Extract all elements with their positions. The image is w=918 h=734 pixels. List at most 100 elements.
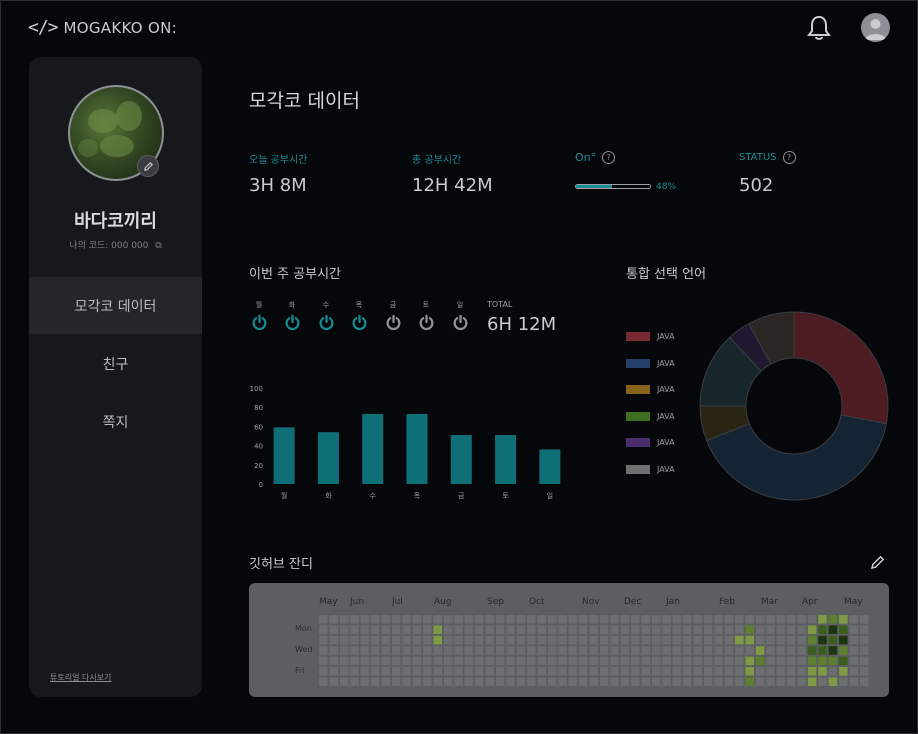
my-code[interactable]: 나의 코드: 000 000 ⧉ — [29, 238, 202, 251]
edit-profile-button[interactable] — [137, 155, 159, 177]
contribution-cell — [423, 615, 432, 624]
my-code-label: 나의 코드: 000 000 — [69, 241, 149, 251]
x-tick-label: 화 — [325, 492, 332, 500]
contribution-cell — [402, 625, 411, 634]
contribution-cell — [631, 677, 640, 686]
contribution-cell — [558, 635, 567, 645]
contribution-cell — [755, 615, 765, 624]
contribution-cell — [610, 625, 619, 634]
contribution-cell — [849, 625, 858, 634]
weekday-toggle[interactable]: 화 — [282, 300, 302, 331]
bell-icon[interactable] — [806, 14, 832, 42]
contribution-cell — [672, 646, 682, 655]
contribution-cell — [651, 615, 661, 624]
contribution-cell — [787, 625, 796, 634]
contribution-cell — [568, 677, 578, 686]
contribution-cell — [402, 635, 411, 645]
contribution-cell — [849, 667, 858, 676]
contribution-cell — [724, 625, 734, 634]
nav-messages[interactable]: 쪽지 — [29, 393, 202, 450]
contribution-cell — [776, 646, 786, 655]
contribution-cell — [599, 656, 609, 666]
weekday-toggle[interactable]: 토 — [416, 300, 436, 331]
x-tick-label: 금 — [458, 492, 465, 500]
y-tick-label: 100 — [250, 385, 263, 393]
weekday-toggle[interactable]: 수 — [316, 300, 336, 331]
contribution-cell — [547, 677, 557, 686]
contribution-cell — [568, 625, 578, 634]
contribution-cell — [485, 667, 494, 676]
github-grass-title: 깃허브 잔디 — [249, 557, 313, 572]
donut-slice — [793, 311, 889, 425]
contribution-cell — [475, 635, 484, 645]
contribution-cell — [641, 656, 650, 666]
tutorial-link[interactable]: 튜토리얼 다시보기 — [50, 672, 111, 683]
contribution-cell — [350, 677, 359, 686]
logo-text: MOGAKKO ON: — [63, 18, 177, 37]
today-study-label: 오늘 공부시간 — [249, 151, 307, 166]
contribution-cell — [464, 646, 474, 655]
contribution-cell — [579, 625, 588, 634]
contribution-cell — [703, 656, 713, 666]
contribution-cell — [402, 677, 411, 686]
contribution-cell — [485, 615, 494, 624]
today-study-value: 3H 8M — [249, 175, 307, 196]
y-tick-label: 20 — [254, 462, 263, 470]
contribution-cell — [558, 667, 567, 676]
contribution-cell — [745, 667, 754, 676]
contribution-cell — [547, 667, 557, 676]
weekday-toggle[interactable]: 금 — [383, 300, 403, 331]
contribution-cell — [506, 646, 515, 655]
contribution-cell — [475, 656, 484, 666]
help-icon[interactable]: ? — [602, 151, 616, 164]
contribution-cell — [558, 646, 567, 655]
app-logo[interactable]: </> MOGAKKO ON: — [28, 17, 177, 38]
contribution-cell — [693, 615, 702, 624]
contribution-cell — [787, 635, 796, 645]
contribution-cell — [579, 656, 588, 666]
weekday-toggle[interactable]: 일 — [450, 300, 470, 331]
contribution-cell — [568, 615, 578, 624]
x-tick-label: 목 — [414, 492, 421, 500]
pencil-icon[interactable] — [869, 554, 886, 571]
x-tick-label: 토 — [502, 492, 509, 500]
power-icon — [319, 314, 333, 330]
contribution-cell — [319, 635, 328, 645]
contribution-cell — [839, 635, 848, 645]
contribution-cell — [828, 677, 838, 686]
contribution-cell — [527, 615, 536, 624]
copy-icon[interactable]: ⧉ — [155, 241, 161, 251]
contribution-cell — [475, 667, 484, 676]
contribution-cell — [454, 635, 463, 645]
nav-friends[interactable]: 친구 — [29, 335, 202, 392]
bar — [273, 427, 295, 484]
contribution-cell — [339, 615, 349, 624]
contribution-cell — [568, 635, 578, 645]
contribution-cell — [391, 635, 401, 645]
contribution-cell — [620, 677, 630, 686]
contribution-cell — [319, 625, 328, 634]
contribution-cell — [610, 635, 619, 645]
contribution-cell — [672, 625, 682, 634]
help-icon[interactable]: ? — [782, 151, 796, 164]
contribution-cell — [745, 677, 754, 686]
power-icon — [252, 314, 266, 330]
contribution-cell — [402, 656, 411, 666]
contribution-cell — [703, 677, 713, 686]
contribution-cell — [495, 615, 505, 624]
contribution-cell — [735, 646, 744, 655]
weekday-toggle[interactable]: 목 — [349, 300, 369, 331]
weekday-toggle[interactable]: 월 — [249, 300, 269, 331]
contribution-cell — [641, 646, 650, 655]
power-icon — [453, 314, 467, 330]
contribution-cell — [683, 677, 692, 686]
nav-mogakko-data[interactable]: 모각코 데이터 — [29, 277, 202, 334]
power-icon — [419, 314, 433, 330]
bar — [450, 435, 472, 484]
contribution-cell — [662, 677, 671, 686]
contribution-cell — [610, 615, 619, 624]
contribution-cell — [506, 656, 515, 666]
contribution-cell — [350, 625, 359, 634]
page-title: 모각코 데이터 — [249, 90, 360, 112]
user-avatar-icon[interactable] — [861, 13, 890, 42]
